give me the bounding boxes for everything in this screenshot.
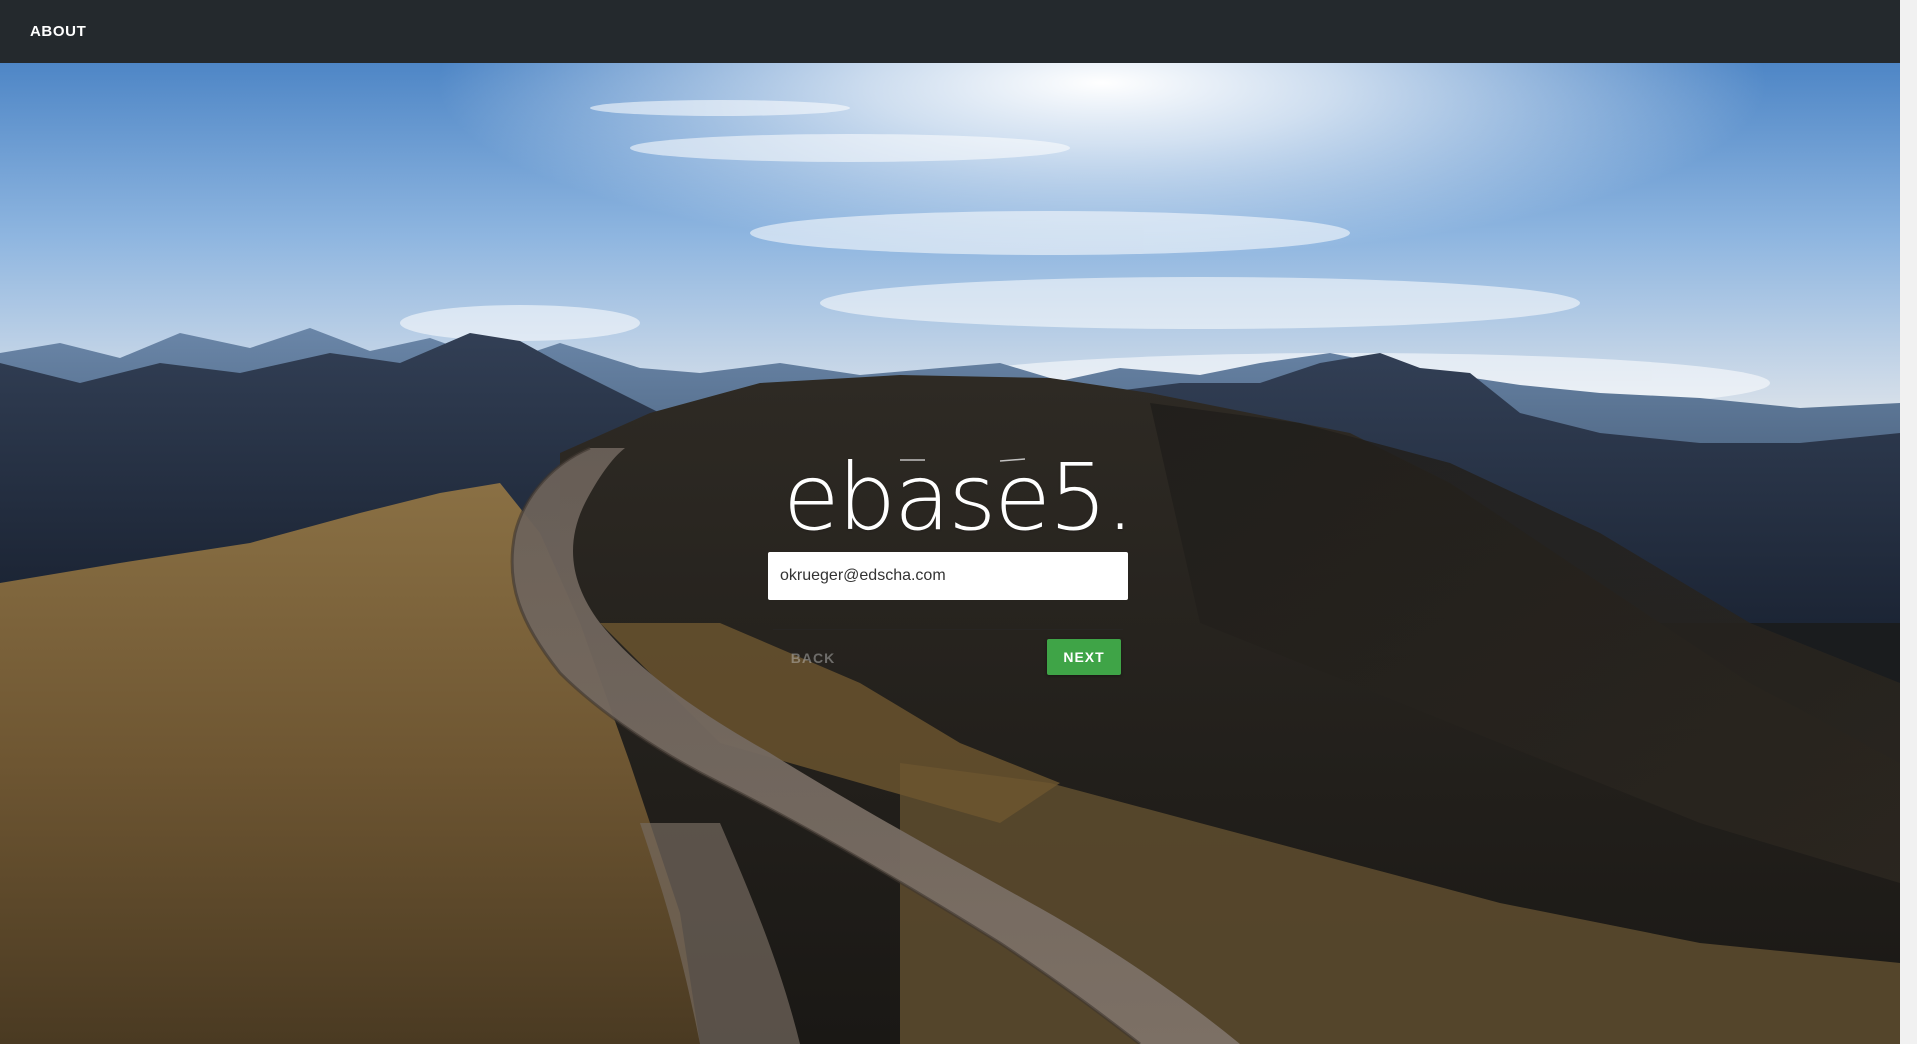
next-button[interactable]: NEXT — [1047, 639, 1121, 675]
form-divider — [773, 629, 1123, 630]
email-field[interactable] — [768, 552, 1128, 600]
app-viewport: ABOUT ebase5. okrueger@edscha.com BACK N… — [0, 0, 1917, 1044]
brand-logo-text: ebase5. — [783, 444, 1135, 551]
page-scrollbar[interactable] — [1900, 0, 1917, 1044]
back-button[interactable]: BACK — [780, 641, 846, 675]
about-link[interactable]: ABOUT — [30, 23, 86, 40]
top-app-bar: ABOUT — [0, 0, 1900, 63]
